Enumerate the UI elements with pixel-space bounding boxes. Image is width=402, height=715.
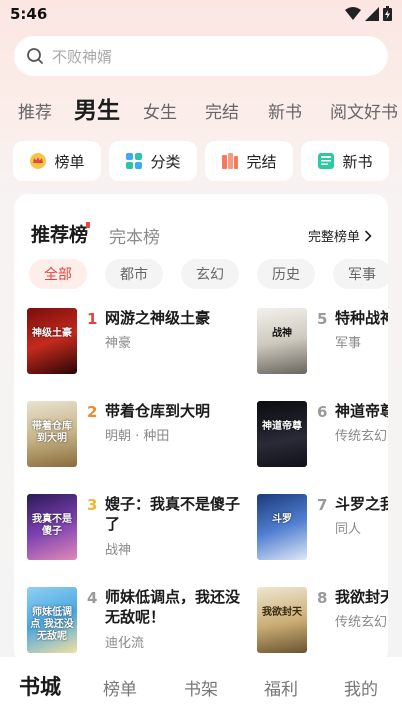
ranking-title[interactable]: 推荐榜: [31, 220, 90, 247]
book-title: 网游之神级土豪: [105, 309, 211, 327]
book-title: 我欲封天: [335, 588, 388, 606]
book-title: 师妹低调点，我还没无敌呢！: [105, 588, 241, 626]
quick-entry-row: 榜单 分类 完结 新书: [0, 141, 402, 181]
book-cover-text: 师妹低调点 我还没无敌呢: [30, 607, 74, 642]
ranking-title-text: 推荐榜: [31, 224, 89, 246]
nav-bookshelf[interactable]: 书架: [184, 675, 218, 700]
ranking-subtitle-tab[interactable]: 完本榜: [109, 223, 160, 248]
book-title: 带着仓库到大明: [105, 402, 211, 420]
chip-urban[interactable]: 都市: [105, 259, 163, 289]
book-cover: 师妹低调点 我还没无敌呢: [27, 587, 77, 653]
book-rank: 5: [317, 310, 328, 328]
quick-completed-label: 完结: [246, 152, 277, 171]
book-tag: 明朝 · 种田: [105, 429, 170, 444]
nav-benefits[interactable]: 福利: [264, 675, 298, 700]
book-tag: 同人: [335, 522, 362, 537]
book-item[interactable]: 神级土豪 1 网游之神级土豪 神豪: [27, 308, 242, 378]
status-bar: 5:46: [0, 0, 402, 28]
book-cover-text: 我真不是傻子: [32, 514, 72, 537]
quick-rankings-button[interactable]: 榜单: [13, 141, 101, 181]
ranking-title-accent: [86, 222, 90, 228]
book-cover: 神道帝尊: [257, 401, 307, 467]
book-title: 斗罗之我: [335, 495, 388, 513]
quick-new-books-button[interactable]: 新书: [301, 141, 389, 181]
chevron-right-icon: [364, 229, 372, 242]
book-cover-text: 带着仓库到大明: [32, 421, 72, 444]
book-cover-text: 神级土豪: [32, 328, 72, 339]
book-tag: 神豪: [105, 336, 132, 351]
signal-icon: [365, 6, 379, 21]
top-tabs: 推荐 男生 女生 完结 新书 阅文好书: [0, 88, 402, 128]
books-icon: [222, 153, 239, 169]
book-item[interactable]: 带着仓库到大明 2 带着仓库到大明 明朝 · 种田: [27, 401, 242, 471]
book-title: 嫂子：我真不是傻子了: [105, 495, 241, 533]
book-item[interactable]: 斗罗 7 斗罗之我 同人: [257, 494, 388, 564]
chip-history[interactable]: 历史: [257, 259, 315, 289]
category-chips: 全部 都市 玄幻 历史 军事: [29, 259, 388, 289]
book-rank: 3: [87, 496, 98, 514]
book-rank: 4: [87, 589, 98, 607]
book-title: 特种战神: [335, 309, 388, 327]
new-book-icon: [318, 153, 335, 169]
chip-all[interactable]: 全部: [29, 259, 87, 289]
quick-completed-button[interactable]: 完结: [205, 141, 293, 181]
book-rank: 2: [87, 403, 98, 421]
quick-new-books-label: 新书: [342, 152, 373, 171]
crown-badge-icon: [30, 153, 47, 169]
wifi-icon: [345, 6, 361, 20]
book-tag: 传统玄幻: [335, 429, 388, 444]
book-cover: 斗罗: [257, 494, 307, 560]
search-placeholder: 不败神婿: [52, 47, 113, 66]
chip-fantasy[interactable]: 玄幻: [181, 259, 239, 289]
quick-categories-label: 分类: [150, 152, 181, 171]
book-cover: 神级土豪: [27, 308, 77, 374]
book-item[interactable]: 我真不是傻子 3 嫂子：我真不是傻子了 战神: [27, 494, 242, 564]
nav-bookstore[interactable]: 书城: [19, 671, 61, 701]
tab-new[interactable]: 新书: [268, 98, 302, 123]
bottom-nav: 书城 榜单 书架 福利 我的: [0, 657, 402, 715]
nav-rankings[interactable]: 榜单: [103, 675, 137, 700]
book-cover-text: 我欲封天: [262, 607, 302, 618]
nav-profile[interactable]: 我的: [344, 675, 378, 700]
book-cover: 我真不是傻子: [27, 494, 77, 560]
chip-military[interactable]: 军事: [333, 259, 388, 289]
book-item[interactable]: 战神 5 特种战神 军事: [257, 308, 388, 378]
status-time: 5:46: [10, 5, 48, 23]
book-rank: 8: [317, 589, 328, 607]
tab-completed[interactable]: 完结: [205, 98, 239, 123]
book-cover-text: 神道帝尊: [262, 421, 302, 432]
book-tag: 战神: [105, 543, 132, 558]
book-tag: 迪化流: [105, 636, 145, 651]
book-rank: 1: [87, 310, 98, 328]
grid-squares-icon: [126, 153, 143, 169]
status-icons: [345, 6, 392, 21]
full-ranking-link[interactable]: 完整榜单: [308, 226, 372, 245]
book-cover-text: 战神: [272, 328, 292, 339]
book-tag: 传统玄幻: [335, 615, 388, 630]
quick-rankings-label: 榜单: [54, 152, 85, 171]
book-title: 神道帝尊: [335, 402, 388, 420]
book-item[interactable]: 神道帝尊 6 神道帝尊 传统玄幻: [257, 401, 388, 471]
tab-yuewen-good-books[interactable]: 阅文好书: [330, 98, 398, 123]
quick-categories-button[interactable]: 分类: [109, 141, 197, 181]
tab-recommend[interactable]: 推荐: [18, 98, 52, 123]
book-item[interactable]: 我欲封天 8 我欲封天 传统玄幻: [257, 587, 388, 657]
search-bar[interactable]: 不败神婿: [14, 36, 388, 76]
tab-male[interactable]: 男生: [74, 91, 120, 125]
book-item[interactable]: 师妹低调点 我还没无敌呢 4 师妹低调点，我还没无敌呢！ 迪化流: [27, 587, 242, 657]
ranking-card: 推荐榜 完本榜 完整榜单 全部 都市 玄幻 历史 军事 神级土豪 1 网游之神级…: [14, 194, 388, 664]
search-icon: [27, 48, 43, 64]
tab-female[interactable]: 女生: [143, 98, 177, 123]
book-cover-text: 斗罗: [272, 514, 292, 525]
book-cover: 带着仓库到大明: [27, 401, 77, 467]
book-cover: 我欲封天: [257, 587, 307, 653]
full-ranking-label: 完整榜单: [307, 230, 360, 245]
book-tag: 军事: [335, 336, 362, 351]
book-cover: 战神: [257, 308, 307, 374]
book-rank: 7: [317, 496, 328, 514]
book-rank: 6: [317, 403, 328, 421]
battery-icon: [383, 6, 392, 21]
